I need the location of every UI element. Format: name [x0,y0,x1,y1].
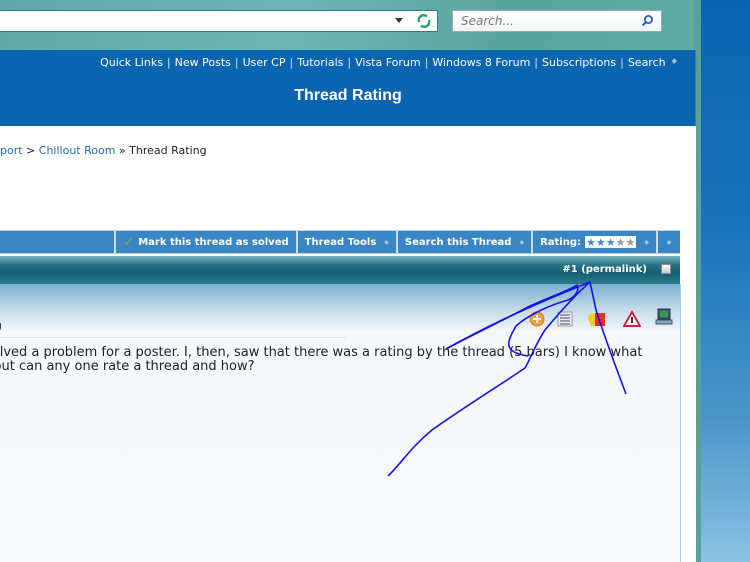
breadcrumb-separator: » [118,144,126,157]
breadcrumb: port > Chillout Room » Thread Rating [0,144,207,157]
search-thread-label: Search this Thread [404,236,512,248]
nav-user-cp[interactable]: User CP [243,56,286,69]
rating-star-icon[interactable]: ★ [586,237,596,248]
nav-quick-links[interactable]: Quick Links [100,56,163,69]
breadcrumb-support[interactable]: port [0,144,23,157]
nav-windows8-forum[interactable]: Windows 8 Forum [432,56,530,69]
rating-label: Rating: [540,236,581,248]
permalink-link[interactable]: #1 (permalink) [562,264,647,275]
rating-star-icon[interactable]: ★ [616,237,626,248]
add-reputation-icon[interactable] [528,310,546,328]
forum-header: Quick Links | New Posts | User CP | Tutorials |… [0,50,696,126]
nav-tutorials[interactable]: Tutorials [297,56,343,69]
computer-specs-icon[interactable] [655,308,673,326]
mark-solved-button[interactable]: ✓ Mark this thread as solved [116,231,298,253]
rating-star-icon[interactable]: ★ [596,237,606,248]
toolbar-more-button[interactable]: ◆ [658,231,680,253]
quick-nav: Quick Links | New Posts | User CP | Tutorials |… [100,56,677,69]
post-title: ng [0,319,2,332]
address-dropdown-icon[interactable] [395,18,403,23]
dropdown-arrow-icon: ◆ [384,238,389,246]
content-area: port > Chillout Room » Thread Rating ✓ M… [0,126,696,562]
post-message: solved a problem for a poster. I, then, … [0,346,675,374]
dropdown-arrow-icon: ◆ [671,57,677,65]
nav-search[interactable]: Search [628,56,666,69]
page-title: Thread Rating [294,87,402,104]
dropdown-arrow-icon: ◆ [519,238,525,246]
thread-tools-label: Thread Tools [304,236,377,248]
rating-stars[interactable]: ★ ★ ★ ★ ★ [585,236,637,248]
nav-subscriptions[interactable]: Subscriptions [542,56,616,69]
search-thread-menu[interactable]: Search this Thread ◆ [398,231,534,253]
post-header-bar: #1 (permalink) [0,256,680,284]
breadcrumb-chillout-room[interactable]: Chillout Room [39,144,116,157]
mark-solved-label: Mark this thread as solved [138,236,289,248]
search-icon[interactable] [640,14,654,28]
rating-star-icon[interactable]: ★ [626,237,636,248]
search-input[interactable]: Search... [452,10,662,32]
post-divider [0,337,346,338]
post-text-line: , but can any one rate a thread and how? [0,359,255,374]
breadcrumb-current: Thread Rating [129,144,207,157]
post-select-checkbox[interactable] [661,264,671,274]
nav-new-posts[interactable]: New Posts [175,56,231,69]
rating-star-icon[interactable]: ★ [606,237,616,248]
thread-toolbar: ✓ Mark this thread as solved Thread Tool… [0,230,680,254]
checkmark-icon: ✓ [123,234,135,250]
desktop-background [701,0,750,562]
report-warning-icon[interactable] [623,310,641,328]
search-placeholder: Search... [461,14,514,28]
nav-vista-forum[interactable]: Vista Forum [355,56,421,69]
refresh-icon[interactable] [416,13,432,29]
dropdown-arrow-icon: ◆ [666,238,672,246]
dropdown-arrow-icon: ◆ [644,238,649,246]
rating-menu[interactable]: Rating: ★ ★ ★ ★ ★ ◆ [533,231,658,253]
breadcrumb-separator: > [26,144,36,157]
thread-tools-menu[interactable]: Thread Tools ◆ [298,231,398,253]
infraction-cards-icon[interactable] [588,310,606,328]
post-text-line: solved a problem for a poster. I, then, … [0,345,643,360]
post-body: ng so [0,284,681,562]
post-list-icon[interactable] [556,310,574,328]
toolbar-spacer [0,231,117,253]
address-bar[interactable] [0,10,438,32]
